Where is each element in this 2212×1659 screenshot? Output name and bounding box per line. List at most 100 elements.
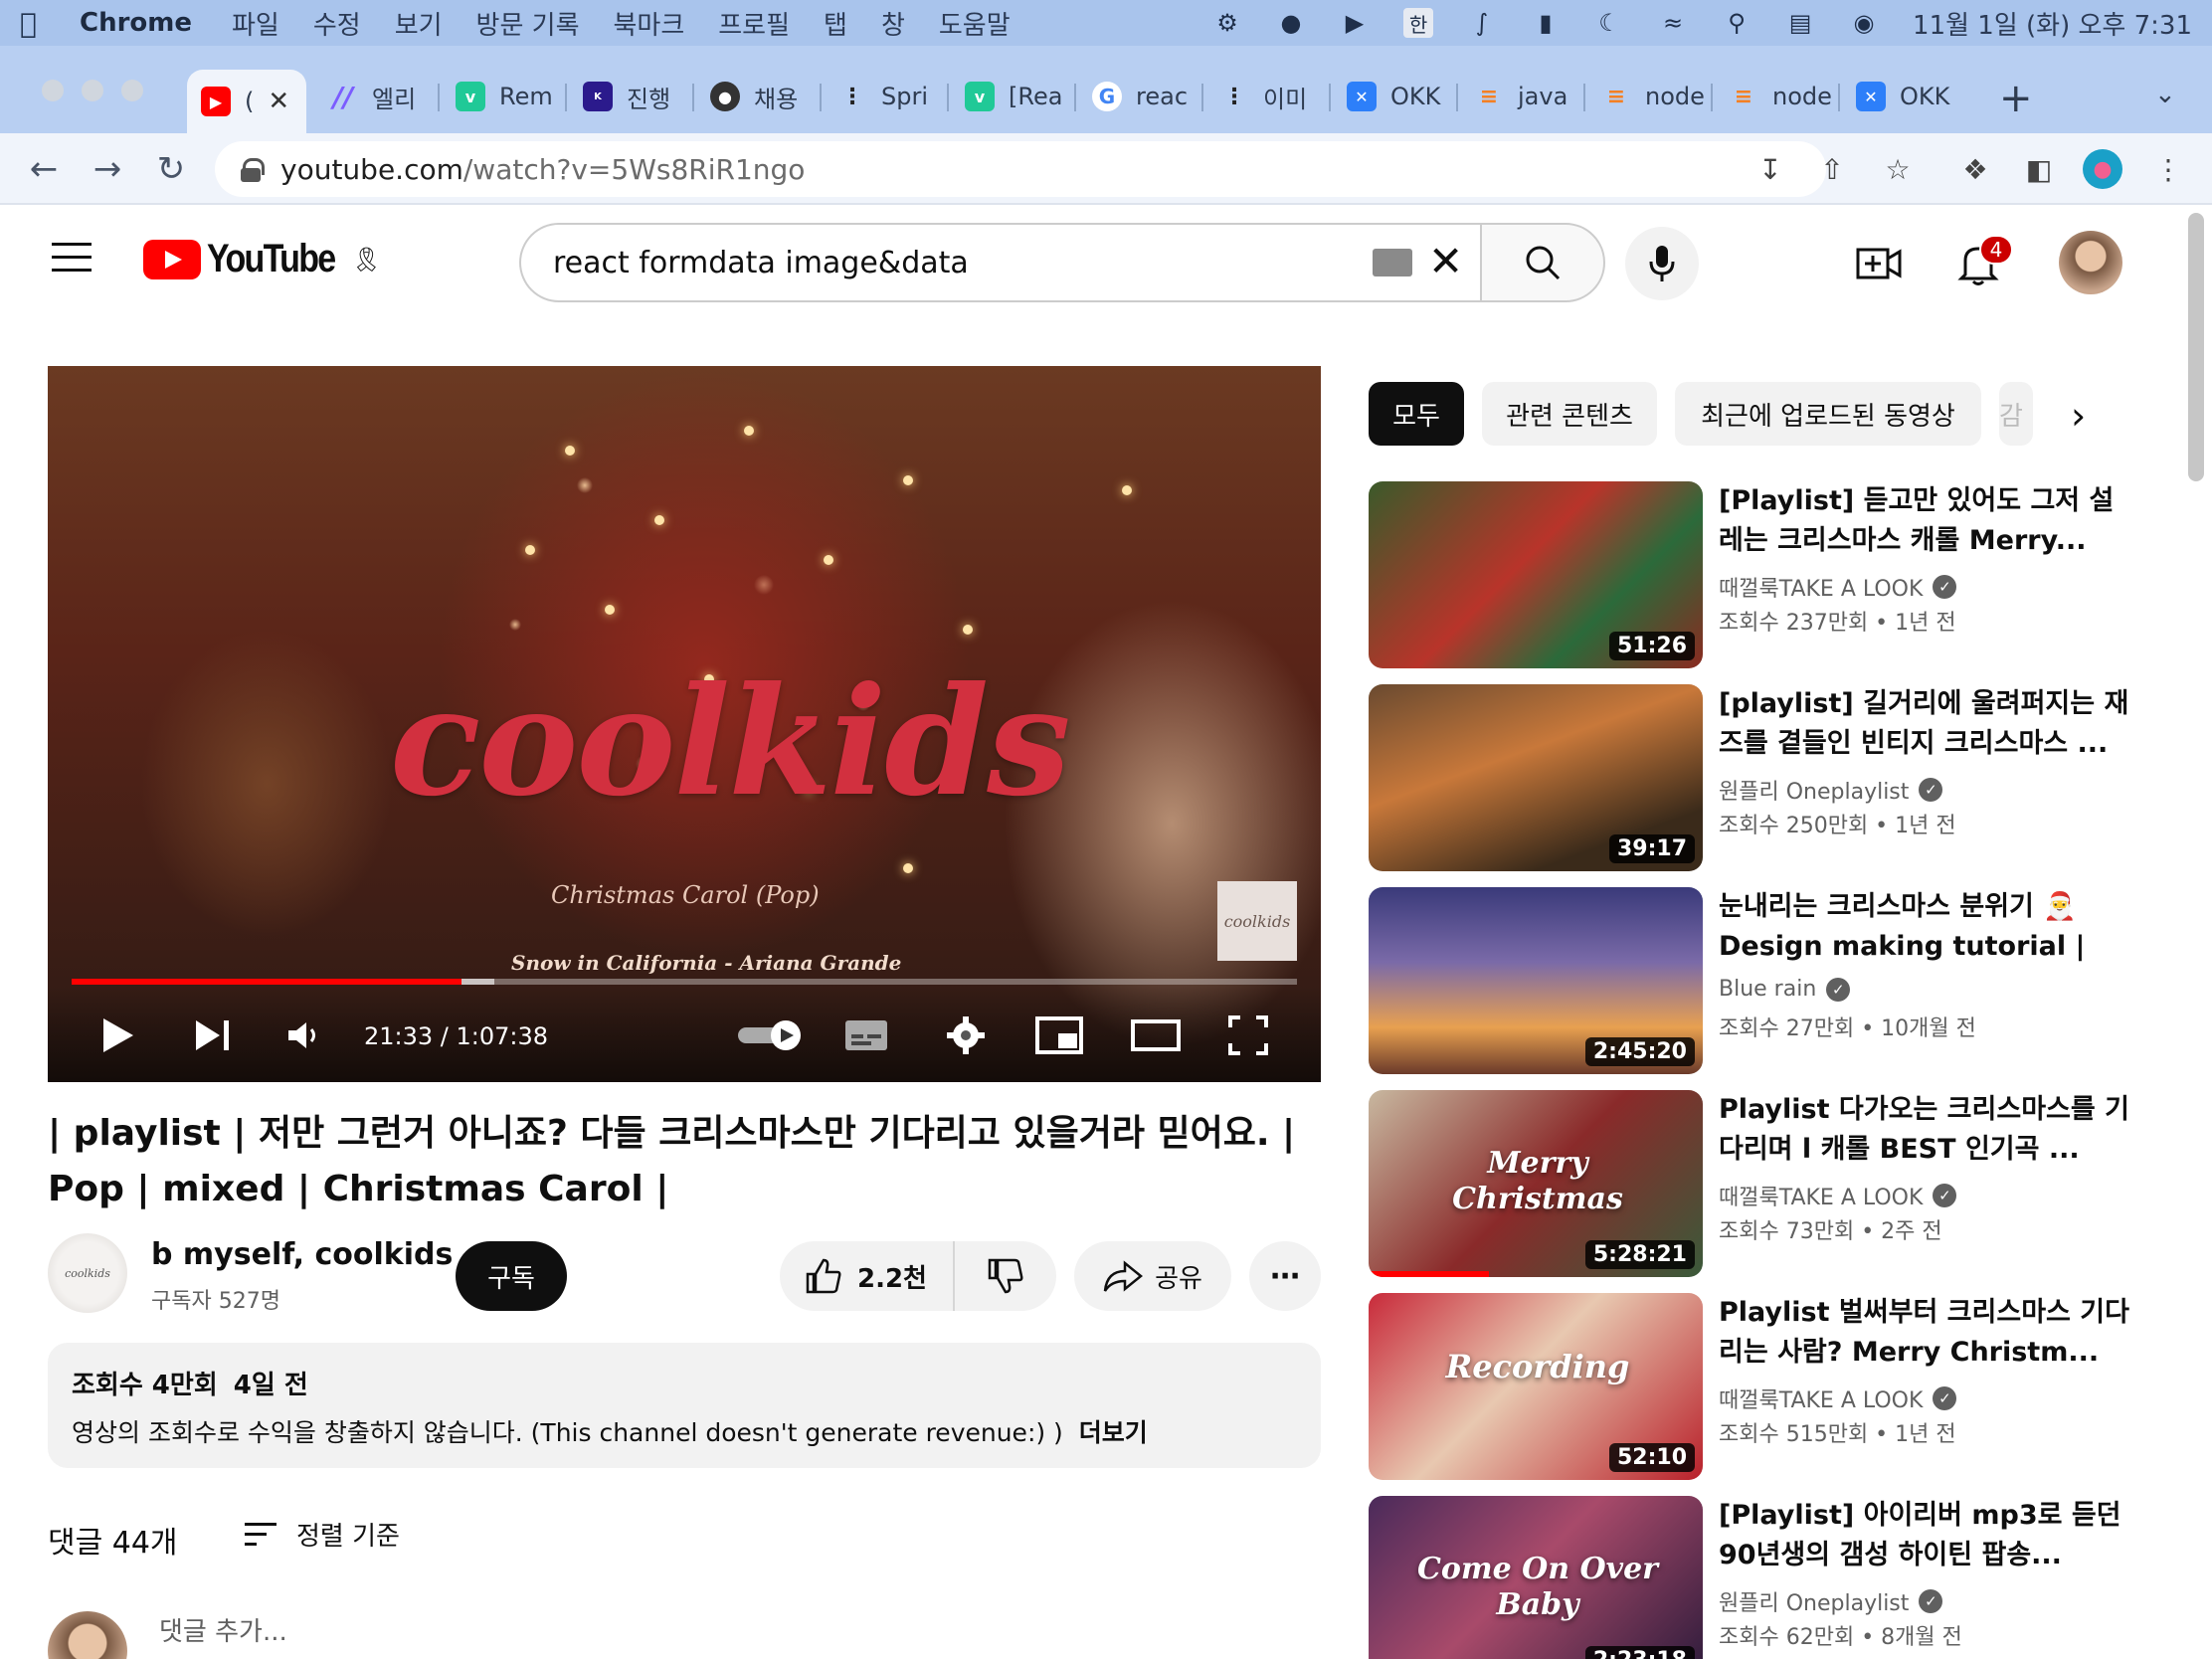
close-tab-icon[interactable]: ✕ — [268, 87, 289, 116]
reload-button[interactable]: ↻ — [149, 147, 193, 191]
tab-item[interactable]: ≡ node — [1715, 70, 1840, 123]
video-thumbnail[interactable]: 51:26 — [1369, 481, 1703, 668]
back-button[interactable]: ← — [22, 147, 66, 191]
recommended-video-title[interactable]: Playlist 벌써부터 크리스마스 기다리는 사람? Merry Chris… — [1719, 1293, 2136, 1373]
chevron-right-icon[interactable]: › — [2071, 394, 2086, 438]
miniplayer-button[interactable] — [1032, 1011, 1086, 1060]
play-button[interactable] — [97, 1011, 137, 1060]
recommended-video[interactable]: Recording 52:10 Playlist 벌써부터 크리스마스 기다리는 사… — [1369, 1293, 2164, 1480]
add-comment-input[interactable]: 댓글 추가... — [159, 1611, 287, 1648]
recommended-channel[interactable]: 원플리 Oneplaylist ✓ — [1719, 774, 1943, 806]
share-button[interactable]: 공유 — [1074, 1241, 1231, 1311]
menu-file[interactable]: 파일 — [232, 5, 279, 42]
menu-view[interactable]: 보기 — [395, 5, 443, 42]
menu-profile[interactable]: 프로필 — [718, 5, 790, 42]
recommended-video[interactable]: Merry Christmas 5:28:21 Playlist 다가오는 크리스마… — [1369, 1090, 2164, 1277]
tab-item[interactable]: ✕ OKK — [1333, 70, 1458, 123]
bookmark-star-icon[interactable]: ☆ — [1878, 149, 1918, 189]
account-avatar[interactable] — [2059, 231, 2122, 294]
profile-avatar[interactable]: ● — [2083, 149, 2122, 189]
scrollbar-thumb[interactable] — [2188, 213, 2204, 481]
side-panel-icon[interactable]: ◧ — [2019, 149, 2059, 189]
menu-hamburger-icon[interactable] — [52, 243, 92, 273]
input-method-icon[interactable]: 한 — [1403, 8, 1434, 38]
recommended-channel[interactable]: 원플리 Oneplaylist ✓ — [1719, 1585, 1943, 1617]
share-page-icon[interactable]: ⇧ — [1812, 149, 1852, 189]
recommended-video-title[interactable]: Playlist 다가오는 크리스마스를 기다리며 l 캐롤 BEST 인기곡 … — [1719, 1090, 2136, 1170]
next-button[interactable] — [191, 1011, 235, 1060]
settings-button[interactable] — [941, 1011, 991, 1060]
window-close-button[interactable] — [42, 80, 64, 101]
menu-help[interactable]: 도움말 — [939, 5, 1011, 42]
chip-recent-uploads[interactable]: 최근에 업로드된 동영상 — [1675, 382, 1981, 446]
recommended-video[interactable]: 51:26 [Playlist] 듣고만 있어도 그저 설레는 크리스마스 캐롤 … — [1369, 481, 2164, 668]
video-thumbnail[interactable]: Recording 52:10 — [1369, 1293, 1703, 1480]
tab-item[interactable]: ⋮ 이미 — [1205, 70, 1331, 123]
chip-all[interactable]: 모두 — [1369, 382, 1464, 446]
video-thumbnail[interactable]: Merry Christmas 5:28:21 — [1369, 1090, 1703, 1277]
chat-icon[interactable]: ● — [1276, 8, 1306, 38]
chrome-menu-icon[interactable]: ⋮ — [2148, 149, 2188, 189]
video-thumbnail[interactable]: 39:17 — [1369, 684, 1703, 871]
bluetooth-icon[interactable]: ∫ — [1467, 8, 1497, 38]
theater-mode-button[interactable] — [1128, 1011, 1184, 1060]
keyboard-icon[interactable] — [1373, 249, 1412, 276]
lock-icon[interactable] — [241, 158, 265, 182]
video-thumbnail[interactable]: 2:45:20 — [1369, 887, 1703, 1074]
address-bar[interactable]: youtube.com/watch?v=5Ws8RiR1ngo — [215, 141, 1826, 197]
menu-app-name[interactable]: Chrome — [80, 8, 192, 38]
more-actions-button[interactable]: ⋯ — [1249, 1241, 1321, 1311]
recommended-video[interactable]: Come On Over Baby 2:23:18 [Playlist] 아이리버 … — [1369, 1496, 2164, 1659]
like-button[interactable]: 2.2천 — [780, 1241, 955, 1311]
menu-history[interactable]: 방문 기록 — [476, 5, 580, 42]
voice-search-button[interactable] — [1625, 227, 1699, 300]
recommended-video[interactable]: 2:45:20 눈내리는 크리스마스 분위기 🎅 Design making tu… — [1369, 887, 2164, 1074]
subtitles-button[interactable] — [841, 1011, 891, 1060]
tab-item[interactable]: ⋮ Spri — [824, 70, 949, 123]
video-thumbnail[interactable]: Come On Over Baby 2:23:18 — [1369, 1496, 1703, 1659]
menu-window[interactable]: 창 — [881, 5, 905, 42]
window-zoom-button[interactable] — [121, 80, 143, 101]
tab-search-chevron-icon[interactable]: ⌄ — [2154, 80, 2176, 109]
description-box[interactable]: 조회수 4만회 4일 전 영상의 조회수로 수익을 창출하지 않습니다. (Thi… — [48, 1343, 1321, 1468]
volume-button[interactable] — [282, 1011, 326, 1060]
tab-item[interactable]: ● 채용 — [696, 70, 822, 123]
recommended-video-title[interactable]: 눈내리는 크리스마스 분위기 🎅 Design making tutorial … — [1719, 887, 2136, 967]
siri-icon[interactable]: ◉ — [1849, 8, 1879, 38]
menu-edit[interactable]: 수정 — [313, 5, 361, 42]
dislike-button[interactable] — [955, 1241, 1056, 1311]
youtube-logo[interactable]: YouTube 🎗 — [143, 237, 382, 281]
tab-item[interactable]: v [Rea — [951, 70, 1076, 123]
recommended-video[interactable]: 39:17 [playlist] 길거리에 울려퍼지는 재즈를 곁들인 빈티지 크… — [1369, 684, 2164, 871]
menubar-clock[interactable]: 11월 1일 (화) 오후 7:31 — [1913, 5, 2192, 42]
menu-bookmarks[interactable]: 북마크 — [614, 5, 685, 42]
tab-item[interactable]: // 엘리 — [314, 70, 440, 123]
docker-icon[interactable]: ⚙ — [1212, 8, 1242, 38]
channel-name[interactable]: b myself, coolkids — [151, 1237, 453, 1272]
wifi-icon[interactable]: ≈ — [1658, 8, 1688, 38]
video-player[interactable]: coolkids Christmas Carol (Pop) Snow in C… — [48, 366, 1321, 1082]
fullscreen-button[interactable] — [1223, 1011, 1273, 1060]
clear-search-icon[interactable]: ✕ — [1428, 237, 1463, 285]
tab-item[interactable]: ✕ OKK — [1842, 70, 1967, 123]
seek-bar[interactable] — [72, 979, 1297, 985]
chip-partial[interactable]: 감 — [1999, 382, 2033, 446]
autoplay-toggle[interactable] — [734, 1011, 808, 1060]
search-button[interactable] — [1480, 223, 1605, 302]
tab-item[interactable]: v Rem — [442, 70, 567, 123]
tab-item[interactable]: ≡ node — [1587, 70, 1713, 123]
recommended-channel[interactable]: 때껄룩TAKE A LOOK ✓ — [1719, 571, 1957, 603]
extensions-icon[interactable]: ❖ — [1955, 149, 1995, 189]
apple-icon[interactable]:  — [20, 7, 50, 40]
moon-icon[interactable]: ☾ — [1594, 8, 1624, 38]
channel-watermark[interactable]: coolkids — [1217, 881, 1297, 961]
subscribe-button[interactable]: 구독 — [456, 1241, 567, 1311]
recommended-channel[interactable]: 때껄룩TAKE A LOOK ✓ — [1719, 1180, 1957, 1211]
control-center-icon[interactable]: ▤ — [1785, 8, 1815, 38]
recommended-channel[interactable]: 때껄룩TAKE A LOOK ✓ — [1719, 1382, 1957, 1414]
new-tab-button[interactable]: + — [1999, 76, 2033, 121]
install-app-icon[interactable]: ↧ — [1751, 149, 1790, 189]
tab-item[interactable]: ≡ java — [1460, 70, 1585, 123]
window-minimize-button[interactable] — [82, 80, 103, 101]
tab-item[interactable]: K 진행 — [569, 70, 694, 123]
